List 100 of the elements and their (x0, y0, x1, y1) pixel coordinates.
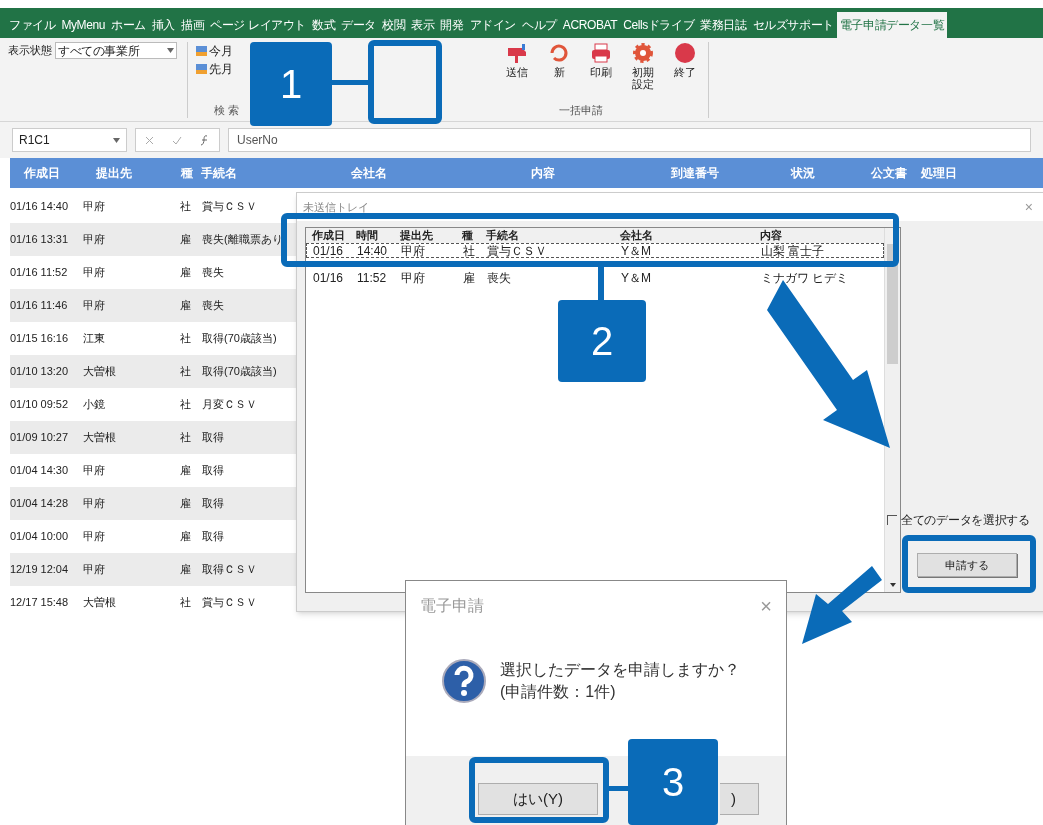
table-cell-text: 01/10 13:20 (10, 364, 70, 380)
ribbon-tab[interactable]: ヘルプ (519, 12, 560, 38)
printer-icon (590, 42, 612, 64)
filter-label: 表示状態 (8, 43, 52, 59)
ribbon-button[interactable]: 送信 (502, 42, 532, 79)
column-header: 公文書 (871, 165, 908, 182)
button-label: 終了 (674, 66, 696, 79)
table-cell-text: 大曽根 (83, 430, 117, 446)
filter-dropdown[interactable]: すべての事業所 (55, 42, 177, 59)
ribbon-tab[interactable]: 挿入 (148, 12, 179, 38)
check-icon[interactable] (172, 135, 182, 145)
list-cell-text: 甲府 (401, 271, 426, 284)
column-header: 処理日 (921, 165, 958, 182)
period-button[interactable]: 先月 (196, 60, 233, 78)
list-cell-text: 01/16 (313, 244, 345, 257)
close-button[interactable]: × (1024, 196, 1033, 218)
list-cell-text: 社 (463, 244, 476, 257)
ribbon-tab[interactable]: 描画 (178, 12, 208, 38)
ribbon-tab[interactable]: 数式 (309, 12, 339, 38)
list-cell-text: 甲府 (401, 244, 426, 257)
ribbon-tab[interactable]: ACROBAT (559, 12, 621, 38)
ribbon-tab[interactable]: セルズサポート (749, 12, 837, 38)
list-cell-text: 11:52 (357, 271, 388, 284)
table-cell-text: 01/09 10:27 (10, 430, 70, 446)
column-header: 提出先 (95, 165, 133, 182)
list-cell-text: 山梨 富士子 (761, 244, 826, 257)
table-cell-text: 01/15 16:16 (10, 331, 70, 347)
name-box[interactable]: R1C1 (12, 128, 127, 152)
list-column-header: 内容 (760, 228, 783, 244)
table-cell-text: 喪失 (202, 265, 224, 281)
ribbon-tab[interactable]: 電子申請データ一覧 (836, 12, 948, 38)
ribbon-tab[interactable]: ページ レイアウト (207, 12, 309, 38)
button-label: 初期設定 (632, 66, 654, 91)
formula-field[interactable]: UserNo (228, 128, 1031, 152)
list-cell-text: Y＆M (621, 244, 652, 257)
ribbon-button[interactable]: 初期設定 (628, 42, 658, 91)
ribbon-tab[interactable]: 表示 (408, 12, 438, 38)
table-cell-text: 取得 (202, 430, 224, 446)
question-icon (442, 659, 486, 703)
table-cell-text: 雇 (180, 265, 192, 281)
table-cell-text: 社 (180, 595, 192, 611)
ribbon-tab[interactable]: ファイル (6, 12, 59, 38)
list-cell-text: 雇 (463, 271, 476, 284)
dropdown-caret-icon (167, 48, 174, 53)
table-cell-text: 取得 (202, 529, 224, 545)
table-cell-text: 01/04 14:30 (10, 463, 70, 479)
ribbon-button[interactable]: 印刷 (586, 42, 616, 79)
button-label: 送信 (506, 66, 528, 79)
function-icon[interactable] (200, 134, 210, 146)
tray-row[interactable]: 01/16 14:40 甲府 社 賞与ＣＳＶ Y＆M 山梨 富士子 (306, 243, 884, 258)
table-cell-text: 12/19 12:04 (10, 562, 70, 578)
ribbon-tab[interactable]: データ (338, 12, 379, 38)
list-cell-text: Y＆M (621, 271, 652, 284)
ribbon-tab[interactable]: MyMenu (58, 12, 109, 38)
table-cell-text: 取得ＣＳＶ (202, 562, 257, 578)
ribbon-button[interactable]: 新 (544, 42, 574, 79)
ribbon-tab[interactable]: ホーム (108, 12, 149, 38)
tray-row[interactable]: 01/16 11:52 甲府 雇 喪失 Y＆M ミナガワ ヒデミ (306, 270, 884, 285)
list-cell-text: 喪失 (487, 271, 512, 284)
dialog-title: 電子申請 (420, 596, 484, 616)
table-cell-text: 甲府 (83, 562, 106, 578)
table-cell-text: 社 (180, 397, 192, 413)
table-cell-text: 甲府 (83, 298, 106, 314)
list-cell-text: 01/16 (313, 271, 345, 284)
period-button[interactable]: 今月 (196, 42, 233, 60)
table-cell-text: 大曽根 (83, 364, 117, 380)
button-label: 新 (552, 66, 566, 79)
table-cell-text: 甲府 (83, 232, 106, 248)
table-cell-text: 取得 (202, 463, 224, 479)
ribbon-tab[interactable]: 開発 (437, 12, 467, 38)
table-cell-text: 01/04 14:28 (10, 496, 70, 512)
ribbon-tab[interactable]: 業務日誌 (697, 12, 750, 38)
ribbon-tab[interactable]: Cellsドライブ (620, 12, 698, 38)
table-cell-text: 賞与ＣＳＶ (202, 199, 257, 215)
table-cell-text: 取得 (202, 496, 224, 512)
table-cell-text: 甲府 (83, 496, 106, 512)
scrollbar[interactable] (884, 228, 900, 592)
yes-button[interactable]: はい(Y) (478, 783, 598, 815)
table-cell-text: 甲府 (83, 463, 106, 479)
table-cell-text: 甲府 (83, 529, 106, 545)
checkbox[interactable] (887, 515, 897, 525)
table-cell-text: 甲府 (83, 265, 106, 281)
table-cell-text: 社 (180, 331, 192, 347)
list-cell-text: 賞与ＣＳＶ (487, 244, 548, 257)
column-header: 会社名 (351, 165, 388, 182)
close-button[interactable]: × (760, 591, 772, 621)
scroll-thumb[interactable] (887, 244, 898, 364)
table-cell-text: 01/16 13:31 (10, 232, 70, 248)
ribbon-tab[interactable]: アドイン (466, 12, 519, 38)
dropdown-caret-icon (113, 137, 120, 143)
cancel-icon[interactable] (145, 135, 154, 145)
list-column-header: 時間 (356, 228, 379, 244)
table-cell-text: 取得(70歳該当) (202, 331, 277, 347)
submit-button[interactable]: 申請する (917, 553, 1017, 577)
step-number-badge: 1 (250, 42, 332, 126)
column-header: 種 (181, 165, 194, 182)
ribbon-button[interactable]: 終了 (670, 42, 700, 79)
no-button[interactable]: ) (720, 783, 759, 815)
ribbon-tab[interactable]: 校閲 (379, 12, 409, 38)
table-cell-text: 雇 (180, 529, 192, 545)
